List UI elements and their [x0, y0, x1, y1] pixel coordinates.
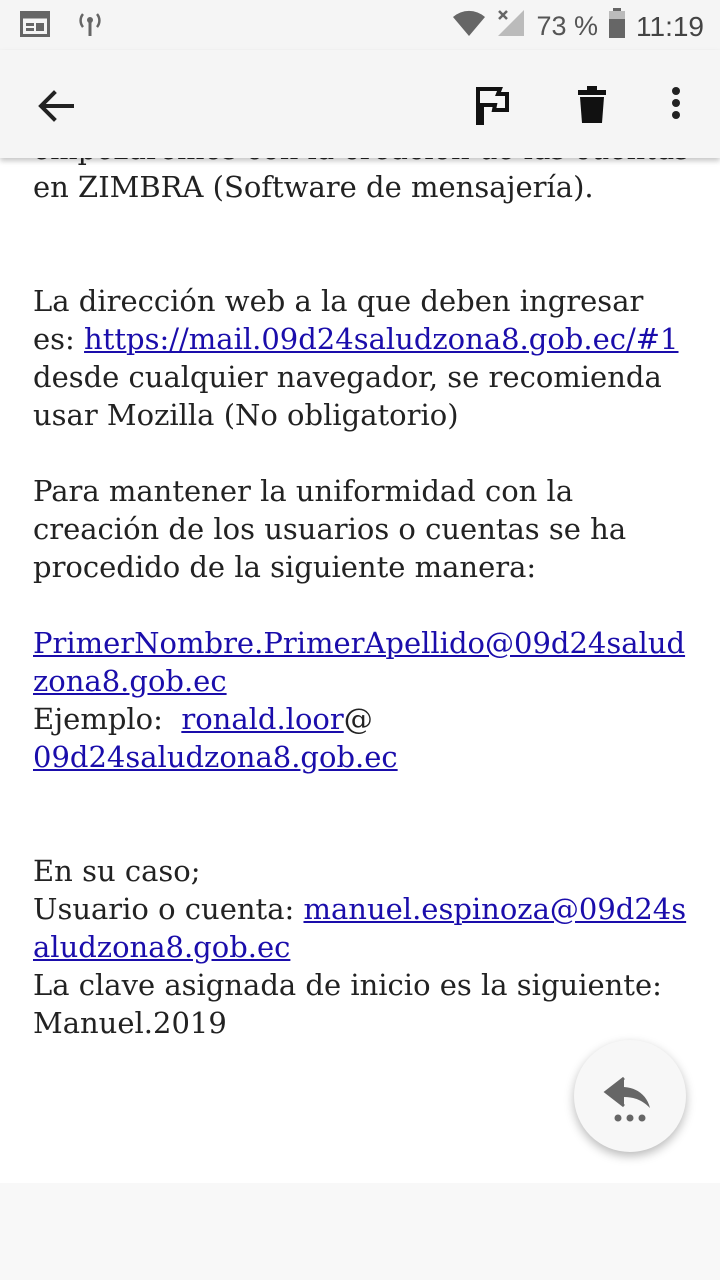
email-body: empezaremos con la creación de las cuent… [33, 130, 693, 1042]
flag-icon[interactable] [470, 83, 514, 127]
more-vert-icon[interactable] [658, 83, 694, 127]
trash-icon[interactable] [570, 83, 614, 127]
example-domain-link[interactable]: 09d24saludzona8.gob.ec [33, 740, 398, 774]
mail-link[interactable]: https://mail.09d24saludzona8.gob.ec/#1 [84, 322, 678, 356]
example-paragraph: Ejemplo: ronald.loor@ 09d24saludzona8.gob… [33, 702, 398, 774]
user-paragraph: Usuario o cuenta: manuel.espinoza@09d24s… [33, 892, 687, 964]
reply-all-button[interactable] [574, 1040, 686, 1152]
example-user-link[interactable]: ronald.loor [181, 702, 343, 736]
wifi-icon [452, 9, 486, 44]
status-bar: 73 % 11:19 [0, 0, 720, 50]
password-line: La clave asignada de inicio es la siguie… [33, 968, 662, 1002]
battery-icon [608, 8, 626, 45]
case-label: En su caso; [33, 854, 201, 888]
web-address-paragraph: La dirección web a la que deben ingresar… [33, 284, 679, 432]
calendar-notification-icon [20, 11, 50, 42]
pattern-paragraph: PrimerNombre.PrimerApellido@09d24saludzo… [33, 624, 693, 700]
pattern-email-link[interactable]: PrimerNombre.PrimerApellido@09d24saludzo… [33, 626, 685, 698]
hotspot-icon [76, 10, 104, 43]
password-value: Manuel.2019 [33, 1006, 227, 1040]
uniformity-paragraph: Para mantener la uniformidad con la crea… [33, 474, 627, 584]
clock: 11:19 [636, 10, 704, 42]
text-line: en ZIMBRA (Software de mensajería). [33, 170, 594, 204]
arrow-back-icon[interactable] [34, 84, 78, 128]
battery-percent: 73 % [536, 11, 598, 41]
bottom-action-bar [0, 1183, 720, 1280]
signal-no-service-icon [496, 8, 526, 45]
app-bar [0, 50, 720, 158]
